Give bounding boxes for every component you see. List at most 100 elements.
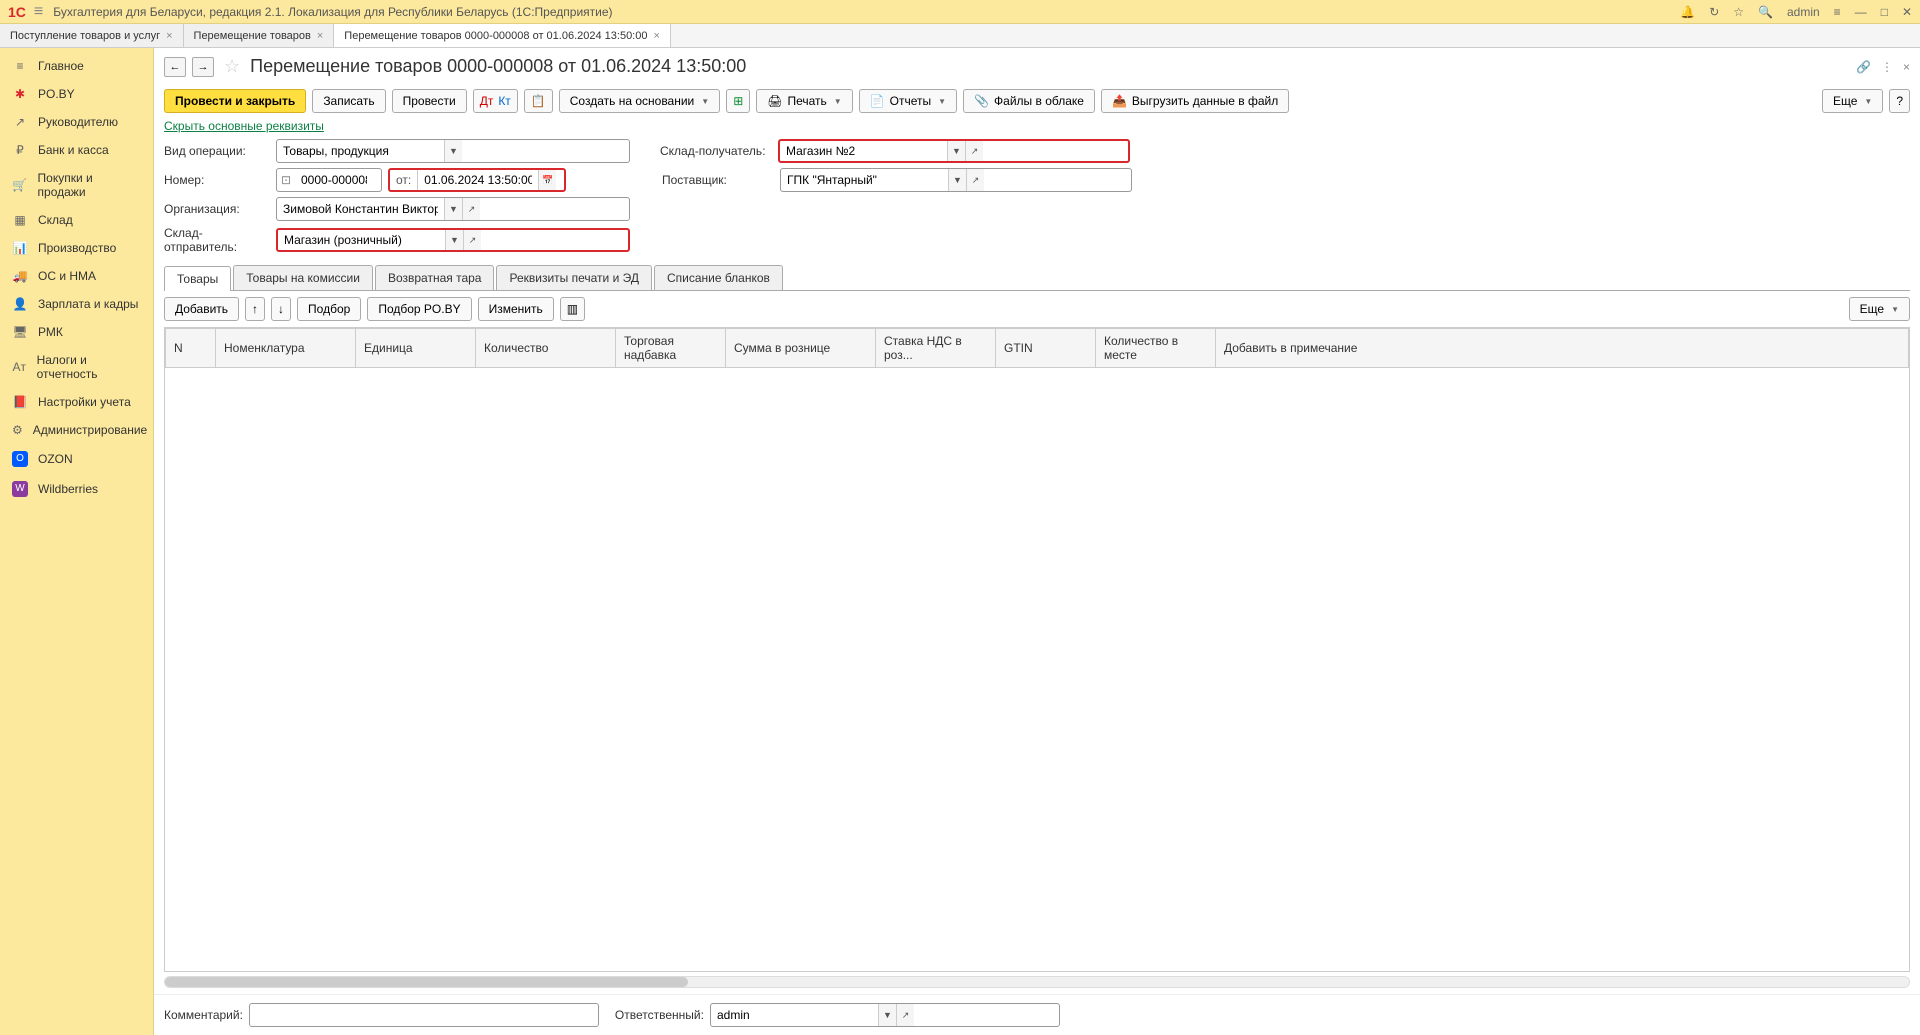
close-doc-icon[interactable]: ×	[1903, 60, 1910, 74]
responsible-input[interactable]	[711, 1004, 878, 1026]
tab-print-details[interactable]: Реквизиты печати и ЭД	[496, 265, 652, 290]
col-n[interactable]: N	[166, 329, 216, 368]
save-button[interactable]: Записать	[312, 89, 385, 113]
more-icon[interactable]: ⋮	[1881, 60, 1893, 74]
operation-type-input[interactable]	[277, 140, 444, 162]
col-qty-place[interactable]: Количество в месте	[1096, 329, 1216, 368]
open-icon[interactable]: ↗	[462, 198, 480, 220]
back-button[interactable]: ←	[164, 57, 186, 77]
sub-more-button[interactable]: Еще▼	[1849, 297, 1910, 321]
excel-button[interactable]: ⊞	[726, 89, 750, 113]
money-icon: ₽	[12, 143, 28, 157]
nav-admin[interactable]: ⚙Администрирование	[0, 416, 153, 444]
open-icon[interactable]: ↗	[463, 230, 481, 250]
date-input[interactable]	[418, 170, 538, 190]
col-qty[interactable]: Количество	[476, 329, 616, 368]
move-up-button[interactable]: ↑	[245, 297, 265, 321]
dtk-button[interactable]: ДтКт	[473, 89, 518, 113]
col-vat[interactable]: Ставка НДС в роз...	[876, 329, 996, 368]
link-icon[interactable]: 🔗	[1856, 60, 1871, 74]
sub-toolbar: Добавить ↑ ↓ Подбор Подбор PO.BY Изменит…	[154, 291, 1920, 327]
doc-tab-active[interactable]: Перемещение товаров 0000-000008 от 01.06…	[334, 24, 671, 47]
tab-close-icon[interactable]: ×	[317, 30, 323, 42]
more-button[interactable]: Еще▼	[1822, 89, 1883, 113]
print-button[interactable]: 🖨Печать▼	[756, 89, 852, 113]
hide-details-link[interactable]: Скрыть основные реквизиты	[164, 119, 324, 133]
goods-table[interactable]: N Номенклатура Единица Количество Торгов…	[165, 328, 1909, 368]
close-icon[interactable]: ✕	[1902, 5, 1912, 19]
post-button[interactable]: Провести	[392, 89, 467, 113]
cloud-files-button[interactable]: 📎Файлы в облаке	[963, 89, 1095, 113]
forward-button[interactable]: →	[192, 57, 214, 77]
supplier-input[interactable]	[781, 169, 948, 191]
dropdown-icon[interactable]: ▼	[445, 230, 463, 250]
open-icon[interactable]: ↗	[966, 169, 984, 191]
col-note[interactable]: Добавить в примечание	[1216, 329, 1909, 368]
calendar-icon[interactable]: 📅	[538, 170, 556, 190]
favorite-icon[interactable]: ☆	[224, 56, 240, 77]
scrollbar-thumb[interactable]	[165, 977, 688, 987]
nav-sales[interactable]: 🛒Покупки и продажи	[0, 164, 153, 206]
create-based-button[interactable]: Создать на основании▼	[559, 89, 720, 113]
dropdown-icon[interactable]: ▼	[878, 1004, 896, 1026]
organization-input[interactable]	[277, 198, 444, 220]
nav-assets[interactable]: 🚚ОС и НМА	[0, 262, 153, 290]
barcode-button[interactable]: ▥	[560, 297, 585, 321]
select-button[interactable]: Подбор	[297, 297, 361, 321]
open-icon[interactable]: ↗	[896, 1004, 914, 1026]
nav-main[interactable]: ≡Главное	[0, 52, 153, 80]
nav-bank[interactable]: ₽Банк и касса	[0, 136, 153, 164]
add-button[interactable]: Добавить	[164, 297, 239, 321]
change-button[interactable]: Изменить	[478, 297, 554, 321]
dropdown-icon[interactable]: ▼	[948, 169, 966, 191]
post-close-button[interactable]: Провести и закрыть	[164, 89, 306, 113]
tab-goods[interactable]: Товары	[164, 266, 231, 291]
nav-settings[interactable]: 📕Настройки учета	[0, 388, 153, 416]
nav-production[interactable]: 📊Производство	[0, 234, 153, 262]
col-gtin[interactable]: GTIN	[996, 329, 1096, 368]
export-button[interactable]: 📤Выгрузить данные в файл	[1101, 89, 1289, 113]
col-markup[interactable]: Торговая надбавка	[616, 329, 726, 368]
dropdown-icon[interactable]: ▼	[444, 140, 462, 162]
minimize-icon[interactable]: —	[1855, 5, 1867, 19]
nav-ozon[interactable]: OOZON	[0, 444, 153, 474]
reports-button[interactable]: 📄Отчеты▼	[859, 89, 957, 113]
nav-wildberries[interactable]: WWildberries	[0, 474, 153, 504]
col-nomenclature[interactable]: Номенклатура	[216, 329, 356, 368]
star-icon[interactable]: ☆	[1733, 5, 1744, 19]
open-icon[interactable]: ↗	[965, 141, 983, 161]
nav-warehouse[interactable]: ▦Склад	[0, 206, 153, 234]
maximize-icon[interactable]: □	[1881, 5, 1888, 19]
doc-tab[interactable]: Поступление товаров и услуг ×	[0, 24, 184, 47]
horizontal-scrollbar[interactable]	[164, 976, 1910, 988]
move-down-button[interactable]: ↓	[271, 297, 291, 321]
settings-icon[interactable]: ≡	[1834, 5, 1841, 19]
nav-hr[interactable]: 👤Зарплата и кадры	[0, 290, 153, 318]
bell-icon[interactable]: 🔔	[1680, 5, 1695, 19]
user-label[interactable]: admin	[1787, 5, 1820, 19]
help-button[interactable]: ?	[1889, 89, 1910, 113]
history-icon[interactable]: ↻	[1709, 5, 1719, 19]
tab-close-icon[interactable]: ×	[166, 30, 172, 42]
doc-tab[interactable]: Перемещение товаров ×	[184, 24, 335, 47]
dropdown-icon[interactable]: ▼	[947, 141, 965, 161]
nav-manager[interactable]: ↗Руководителю	[0, 108, 153, 136]
nav-poby[interactable]: ✱PO.BY	[0, 80, 153, 108]
struct-button[interactable]: 📋	[524, 89, 553, 113]
dropdown-icon[interactable]: ▼	[444, 198, 462, 220]
nav-tax[interactable]: AᴛНалоги и отчетность	[0, 346, 153, 388]
receiver-warehouse-input[interactable]	[780, 141, 947, 161]
tab-close-icon[interactable]: ×	[653, 30, 659, 42]
tab-commission[interactable]: Товары на комиссии	[233, 265, 373, 290]
number-input[interactable]	[295, 169, 373, 191]
col-retail-sum[interactable]: Сумма в рознице	[726, 329, 876, 368]
comment-input[interactable]	[250, 1004, 417, 1026]
menu-icon[interactable]: ≡	[34, 3, 43, 21]
col-unit[interactable]: Единица	[356, 329, 476, 368]
select-poby-button[interactable]: Подбор PO.BY	[367, 297, 471, 321]
search-icon[interactable]: 🔍	[1758, 5, 1773, 19]
sender-warehouse-input[interactable]	[278, 230, 445, 250]
tab-returnable[interactable]: Возвратная тара	[375, 265, 495, 290]
nav-pos[interactable]: 🖥РМК	[0, 318, 153, 346]
tab-blanks[interactable]: Списание бланков	[654, 265, 783, 290]
